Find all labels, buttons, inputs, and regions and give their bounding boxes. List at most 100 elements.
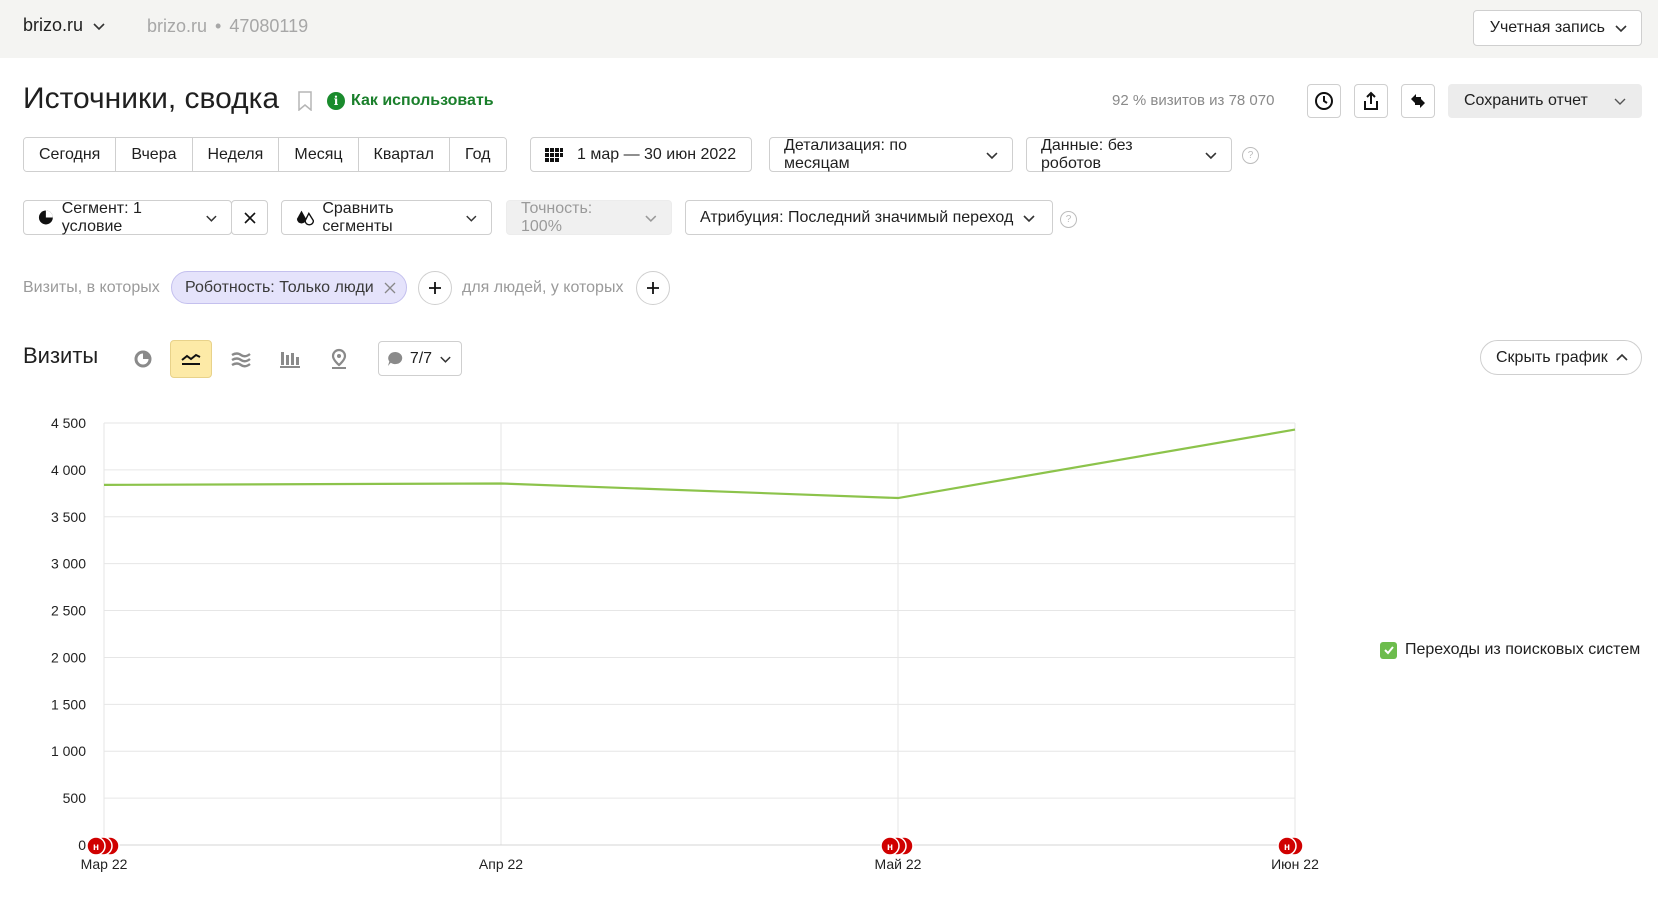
remove-icon[interactable]	[384, 282, 396, 294]
history-button[interactable]	[1307, 84, 1341, 118]
save-report-label: Сохранить отчет	[1464, 92, 1588, 109]
counter-site: brizo.ru	[147, 16, 208, 36]
chevron-down-icon	[93, 22, 105, 30]
chevron-down-icon	[1614, 98, 1626, 105]
period-yesterday[interactable]: Вчера	[116, 138, 193, 171]
x-tick-label: Мар 22	[81, 856, 128, 872]
segment-clear-button[interactable]	[231, 200, 268, 235]
detail-label: Детализация: по месяцам	[784, 136, 907, 172]
chevron-down-icon	[1023, 214, 1035, 222]
save-report-button[interactable]: Сохранить отчет	[1448, 84, 1642, 118]
compare-button[interactable]	[1401, 84, 1435, 118]
segment-dropdown[interactable]: Сегмент: 1 условие	[23, 200, 232, 235]
x-tick-label: Июн 22	[1271, 856, 1319, 872]
y-tick-label: 2 000	[51, 649, 86, 665]
compare-segments-label: Сравнить сегменты	[322, 199, 394, 235]
attribution-label: Атрибуция: Последний значимый переход	[700, 208, 1014, 226]
help-icon[interactable]: ?	[1060, 211, 1077, 228]
period-quarter[interactable]: Квартал	[358, 138, 451, 171]
share-icon	[1364, 91, 1378, 110]
date-range-button[interactable]: 1 мар — 30 июн 2022	[530, 137, 752, 172]
note-marker-label: н	[1284, 842, 1290, 853]
date-range-label: 1 мар — 30 июн 2022	[577, 145, 737, 163]
people-condition-label: для людей, у которых	[462, 279, 624, 296]
map-pin-icon	[331, 348, 347, 369]
separator-dot: •	[215, 16, 222, 36]
compare-segments-button[interactable]: Сравнить сегменты	[281, 200, 492, 235]
accuracy-dropdown[interactable]: Точность: 100%	[506, 200, 672, 235]
note-marker-label: н	[887, 842, 893, 853]
compare-drops-icon	[296, 210, 315, 226]
site-switcher[interactable]: brizo.ru	[23, 15, 107, 36]
segment-label: Сегмент: 1 условие	[61, 199, 142, 235]
robot-filter-label: Роботность: Только люди	[185, 278, 374, 296]
legend-checkbox[interactable]	[1380, 641, 1397, 659]
view-area-button[interactable]	[220, 340, 262, 378]
data-dropdown[interactable]: Данные: без роботов	[1026, 137, 1232, 172]
y-tick-label: 1 500	[51, 696, 86, 712]
chevron-down-icon	[466, 215, 477, 222]
plus-icon	[647, 282, 659, 294]
y-tick-label: 3 000	[51, 556, 86, 572]
x-tick-label: Май 22	[875, 856, 922, 872]
y-tick-label: 1 000	[51, 743, 86, 759]
calendar-grid-icon	[545, 147, 563, 162]
period-month[interactable]: Месяц	[279, 138, 359, 171]
chevron-down-icon	[440, 356, 451, 363]
close-icon	[243, 211, 256, 224]
clock-icon	[1315, 92, 1333, 110]
robot-filter-chip[interactable]: Роботность: Только люди	[171, 271, 407, 304]
view-pie-button[interactable]	[122, 340, 164, 378]
add-people-condition-button[interactable]	[636, 271, 670, 305]
help-icon[interactable]: ?	[1242, 147, 1259, 164]
y-tick-label: 0	[78, 837, 86, 853]
counter-info: brizo.ru • 47080119	[147, 16, 308, 37]
add-visit-condition-button[interactable]	[418, 271, 452, 305]
period-today[interactable]: Сегодня	[24, 138, 117, 171]
how-to-use-label: Как использовать	[351, 92, 494, 109]
note-marker-label: н	[93, 842, 99, 853]
view-line-button[interactable]	[170, 340, 212, 378]
view-map-button[interactable]	[318, 340, 360, 378]
period-year[interactable]: Год	[450, 138, 506, 171]
chevron-down-icon	[645, 214, 657, 222]
chart-title: Визиты	[23, 343, 99, 368]
notes-dropdown[interactable]: 7/7	[378, 341, 462, 376]
info-icon: i	[327, 92, 345, 110]
visits-condition-label: Визиты, в которых	[23, 279, 160, 296]
x-tick-label: Апр 22	[479, 856, 523, 872]
chart-legend: Переходы из поисковых систем	[1380, 641, 1640, 659]
export-button[interactable]	[1354, 84, 1388, 118]
how-to-use-link[interactable]: i Как использовать	[327, 92, 494, 110]
top-bar: brizo.ru brizo.ru • 47080119 Учетная зап…	[0, 0, 1658, 58]
site-name: brizo.ru	[23, 15, 84, 35]
plus-icon	[429, 282, 441, 294]
comment-icon	[387, 351, 403, 366]
series-line	[103, 428, 1296, 500]
hide-chart-button[interactable]: Скрыть график	[1480, 340, 1642, 375]
account-button[interactable]: Учетная запись	[1472, 10, 1642, 46]
period-week[interactable]: Неделя	[192, 138, 280, 171]
period-selector: Сегодня Вчера Неделя Месяц Квартал Год	[23, 137, 507, 172]
view-bar-button[interactable]	[269, 340, 311, 378]
chevron-down-icon	[1205, 151, 1217, 159]
data-label: Данные: без роботов	[1041, 136, 1133, 172]
chevron-up-icon	[1616, 353, 1628, 361]
accuracy-label: Точность: 100%	[521, 199, 593, 235]
chevron-down-icon	[206, 215, 217, 222]
hide-chart-label: Скрыть график	[1496, 348, 1608, 366]
stacked-area-icon	[231, 352, 251, 368]
bookmark-icon[interactable]	[298, 91, 312, 111]
page-title: Источники, сводка	[23, 82, 280, 115]
notes-count: 7/7	[409, 349, 433, 367]
chevron-down-icon	[986, 151, 998, 159]
y-tick-label: 4 000	[51, 462, 86, 478]
check-icon	[1383, 646, 1394, 655]
detail-dropdown[interactable]: Детализация: по месяцам	[769, 137, 1013, 172]
legend-series-label: Переходы из поисковых систем	[1405, 641, 1641, 658]
attribution-dropdown[interactable]: Атрибуция: Последний значимый переход	[685, 200, 1053, 235]
y-tick-label: 3 500	[51, 509, 86, 525]
account-label: Учетная запись	[1489, 19, 1605, 36]
pie-view-icon	[134, 350, 152, 368]
line-chart-icon	[181, 353, 201, 365]
